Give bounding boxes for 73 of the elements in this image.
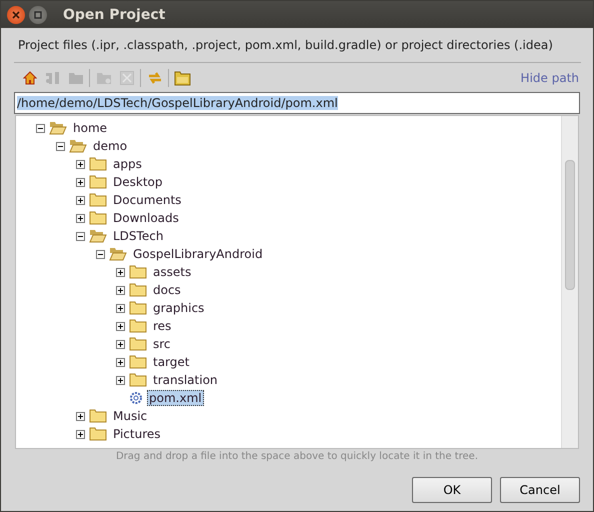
tree-item[interactable]: target bbox=[151, 354, 192, 370]
collapse-icon[interactable] bbox=[76, 232, 85, 240]
scrollbar-thumb[interactable] bbox=[565, 160, 575, 290]
expand-icon[interactable] bbox=[116, 322, 125, 330]
folder-icon bbox=[129, 265, 147, 279]
collapse-icon[interactable] bbox=[96, 250, 105, 258]
maximize-button[interactable] bbox=[29, 6, 47, 24]
collapse-icon[interactable] bbox=[36, 124, 45, 132]
tree-item[interactable]: src bbox=[151, 336, 173, 352]
new-folder-icon bbox=[96, 71, 112, 85]
folder-icon bbox=[174, 70, 191, 86]
folder-icon bbox=[89, 193, 107, 207]
refresh-icon bbox=[146, 70, 162, 86]
module-icon bbox=[44, 70, 60, 86]
maximize-icon bbox=[34, 10, 42, 18]
tree-item[interactable]: Music bbox=[111, 408, 150, 424]
tree-item[interactable]: LDSTech bbox=[111, 228, 166, 244]
tree-item[interactable]: apps bbox=[111, 156, 144, 172]
collapse-icon[interactable] bbox=[56, 142, 65, 150]
dialog-button[interactable]: Cancel bbox=[500, 477, 580, 503]
dialog-button[interactable]: OK bbox=[412, 477, 492, 503]
folder-icon bbox=[68, 71, 84, 85]
open-folder-icon bbox=[89, 229, 107, 243]
close-button[interactable] bbox=[7, 6, 25, 24]
tree-item[interactable]: Documents bbox=[111, 192, 184, 208]
open-folder-icon bbox=[109, 247, 127, 261]
home-icon bbox=[22, 71, 36, 85]
expand-icon[interactable] bbox=[76, 214, 85, 222]
scrollbar[interactable] bbox=[561, 116, 578, 448]
hide-path-link[interactable]: Hide path bbox=[520, 71, 579, 85]
expand-icon[interactable] bbox=[116, 376, 125, 384]
expand-icon[interactable] bbox=[76, 160, 85, 168]
expand-icon[interactable] bbox=[76, 178, 85, 186]
folder-icon bbox=[89, 157, 107, 171]
expand-icon[interactable] bbox=[116, 304, 125, 312]
gear-icon bbox=[129, 391, 143, 405]
expand-icon[interactable] bbox=[76, 430, 85, 438]
tree-item[interactable]: assets bbox=[151, 264, 194, 280]
folder-icon bbox=[129, 337, 147, 351]
tree-item[interactable]: pom.xml bbox=[147, 390, 204, 406]
open-folder-icon bbox=[69, 139, 87, 153]
folder-icon bbox=[129, 301, 147, 315]
expand-icon[interactable] bbox=[116, 268, 125, 276]
folder-icon bbox=[129, 319, 147, 333]
delete-icon bbox=[120, 71, 134, 85]
folder-icon bbox=[89, 211, 107, 225]
expand-icon[interactable] bbox=[116, 340, 125, 348]
tree-item[interactable]: res bbox=[151, 318, 174, 334]
tree-item[interactable]: demo bbox=[91, 138, 130, 154]
path-field[interactable]: /home/demo/LDSTech/GospelLibraryAndroid/pom.xml bbox=[14, 92, 580, 114]
window-title: Open Project bbox=[63, 6, 166, 22]
tree-item[interactable]: Pictures bbox=[111, 426, 163, 442]
folder-icon bbox=[89, 175, 107, 189]
folder-icon bbox=[129, 373, 147, 387]
expand-icon[interactable] bbox=[76, 196, 85, 204]
tree-item[interactable]: docs bbox=[151, 282, 183, 298]
close-icon bbox=[12, 10, 20, 18]
folder-icon bbox=[129, 355, 147, 369]
folder-icon bbox=[89, 409, 107, 423]
hint-text: Drag and drop a file into the space above to quickly locate it in the tree. bbox=[114, 450, 480, 464]
tree-item[interactable]: GospelLibraryAndroid bbox=[131, 246, 265, 262]
expand-icon[interactable] bbox=[116, 286, 125, 294]
tree-item[interactable]: Downloads bbox=[111, 210, 181, 226]
tree-item[interactable]: Desktop bbox=[111, 174, 164, 190]
open-folder-icon bbox=[49, 121, 67, 135]
folder-icon bbox=[129, 283, 147, 297]
tree-item[interactable]: home bbox=[71, 120, 110, 136]
folder-icon bbox=[89, 427, 107, 441]
expand-icon[interactable] bbox=[116, 358, 125, 366]
tree-item[interactable]: translation bbox=[151, 372, 220, 388]
expand-icon[interactable] bbox=[76, 412, 85, 420]
tree-item[interactable]: graphics bbox=[151, 300, 206, 316]
description-text: Project files (.ipr, .classpath, .project, pom.xml, build.gradle) or project directories (.idea) bbox=[18, 38, 553, 52]
